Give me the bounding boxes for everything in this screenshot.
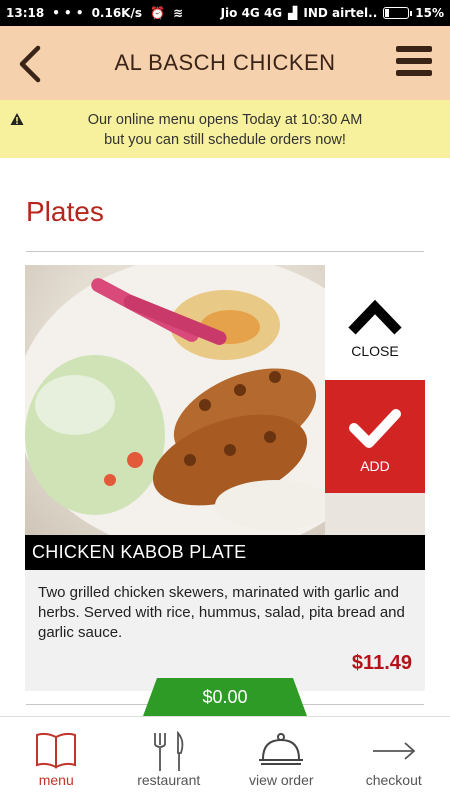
restaurant-title: AL BASCH CHICKEN — [114, 50, 336, 75]
status-time: 13:18 — [6, 6, 45, 20]
notice-line-1: Our online menu opens Today at 10:30 AM — [87, 112, 363, 128]
menu-hours-notice: Our online menu opens Today at 10:30 AM … — [0, 100, 450, 158]
battery-icon — [383, 7, 413, 19]
arrow-right-icon — [372, 742, 416, 760]
nav-menu-label: menu — [38, 772, 74, 788]
add-label: ADD — [360, 458, 390, 474]
warning-icon — [10, 113, 24, 125]
hamburger-icon — [396, 46, 432, 76]
cloche-icon — [259, 733, 304, 765]
checkmark-icon — [349, 409, 401, 448]
menu-button[interactable] — [396, 46, 432, 80]
network-speed: 0.16K/s — [91, 6, 143, 20]
app-header: AL BASCH CHICKEN — [0, 26, 450, 100]
nav-checkout[interactable]: checkout — [338, 717, 450, 800]
nav-restaurant-label: restaurant — [137, 772, 201, 788]
carrier-1: Jio 4G 4G — [220, 6, 283, 20]
close-label: CLOSE — [351, 343, 399, 359]
notice-line-2: but you can still schedule orders now! — [104, 132, 346, 148]
nav-menu[interactable]: menu — [0, 717, 113, 800]
item-photo — [25, 265, 325, 535]
fork-knife-icon — [153, 731, 184, 771]
section-divider — [26, 251, 424, 252]
cart-total-button[interactable]: $0.00 — [143, 678, 307, 716]
menu-item-card: CLOSE ADD CHICKEN KABOB PLATE Two grille… — [25, 265, 425, 691]
book-icon — [36, 732, 77, 769]
battery-percent: 15% — [415, 6, 444, 20]
close-button[interactable]: CLOSE — [325, 265, 425, 380]
back-button[interactable] — [14, 44, 48, 84]
carrier-2: IND airtel.. — [303, 6, 378, 20]
chevron-up-icon — [348, 299, 402, 335]
nav-checkout-label: checkout — [365, 772, 422, 788]
section-title: Plates — [26, 196, 104, 227]
chevron-left-icon — [19, 45, 41, 83]
item-price: $11.49 — [351, 652, 412, 674]
kabob-plate-image — [25, 265, 325, 535]
photo-edge — [325, 493, 425, 535]
item-description: Two grilled chicken skewers, marinated w… — [38, 584, 405, 641]
item-name: CHICKEN KABOB PLATE — [25, 535, 425, 570]
alarm-icon: ⏰ — [150, 6, 165, 20]
nav-view-order[interactable]: view order — [225, 717, 338, 800]
notification-dots: • • • — [52, 6, 84, 20]
nav-view-order-label: view order — [248, 772, 314, 788]
nav-restaurant[interactable]: restaurant — [113, 717, 226, 800]
cart-total: $0.00 — [202, 687, 248, 707]
bottom-nav: menu restaurant view order checkout — [0, 716, 450, 800]
status-bar: 13:18 • • • 0.16K/s ⏰ ≋ Jio 4G 4G ▟ IND … — [0, 0, 450, 26]
wifi-icon: ≋ — [172, 6, 184, 20]
add-button[interactable]: ADD — [325, 380, 425, 493]
signal-icon: ▟ — [288, 6, 298, 20]
